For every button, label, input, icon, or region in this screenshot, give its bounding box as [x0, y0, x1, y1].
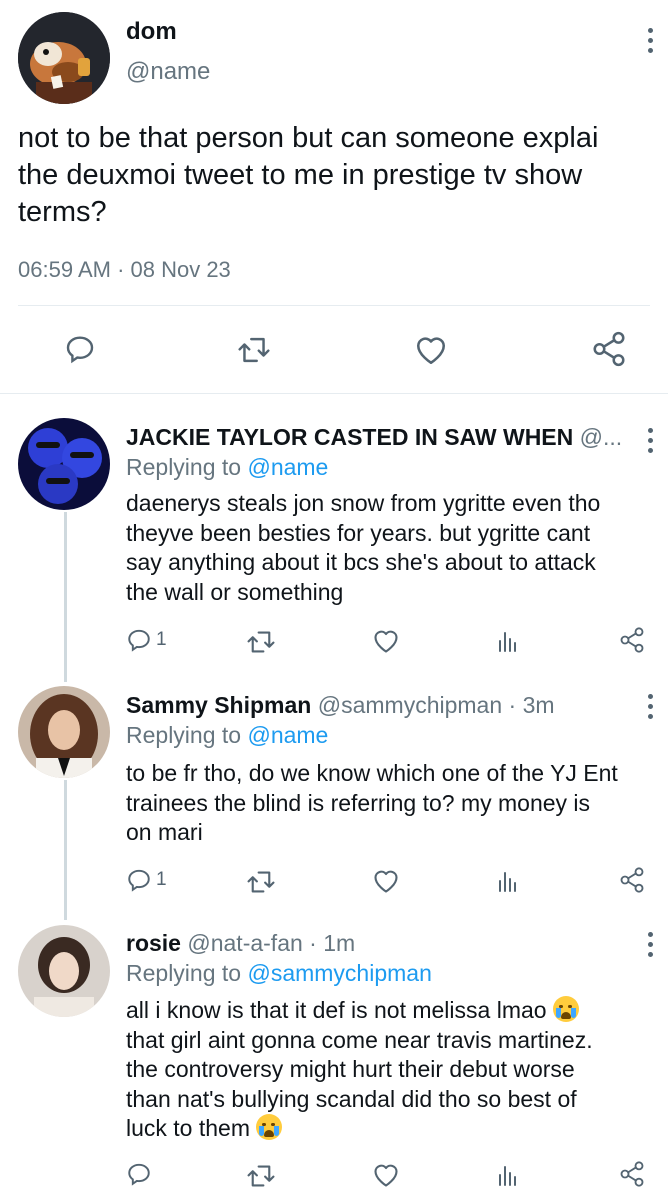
reply-avatar[interactable]: [18, 686, 110, 778]
section-divider: [0, 393, 668, 394]
main-tweet-line: terms?: [18, 196, 107, 228]
reply-share-button[interactable]: [618, 626, 646, 659]
reply-author-name: Sammy Shipman: [126, 692, 312, 718]
reply-line: on mari: [126, 819, 203, 845]
reply-author-meta: @sammychipman · 3m: [317, 692, 555, 718]
main-timestamp[interactable]: 06:59 AM · 08 Nov 23: [18, 257, 231, 283]
main-tweet-line: not to be that person but can someone ex…: [18, 122, 599, 154]
main-retweet-button[interactable]: [237, 335, 271, 365]
crying-face-icon: [256, 1114, 283, 1140]
reply-avatar[interactable]: [18, 925, 110, 1017]
reply-like-button[interactable]: [372, 628, 400, 659]
reply-line: to be fr tho, do we know which one of th…: [126, 760, 618, 786]
main-tweet-text: not to be that person but can someone ex…: [18, 120, 668, 231]
share-icon: [593, 331, 625, 367]
reply-icon: [128, 629, 150, 652]
main-avatar[interactable]: [18, 12, 110, 104]
retweet-icon: [247, 1165, 275, 1187]
reply-line-text: luck to them: [126, 1115, 250, 1141]
share-icon: [620, 627, 644, 653]
replying-to-link[interactable]: @name: [247, 454, 328, 480]
like-icon: [416, 337, 446, 365]
replying-to-label: Replying to: [126, 454, 242, 480]
reply-icon: [128, 869, 150, 892]
reply-like-button[interactable]: [372, 1162, 400, 1193]
reply-avatar[interactable]: [18, 418, 110, 510]
retweet-icon: [247, 631, 275, 653]
reply-line: the wall or something: [126, 578, 344, 605]
like-icon: [374, 870, 398, 893]
views-icon: [499, 632, 516, 652]
reply-author-meta: @nat-a-fan · 1m: [187, 930, 356, 956]
reply-author[interactable]: rosie @nat-a-fan · 1m: [126, 930, 355, 957]
reply-line: daenerys steals jon snow from ygritte ev…: [126, 490, 601, 516]
reply-text: to be fr tho, do we know which one of th…: [126, 759, 656, 848]
reply-retweet-button[interactable]: [246, 1163, 276, 1194]
reply-reply-button[interactable]: [126, 1161, 156, 1187]
reply-more-icon[interactable]: [648, 428, 654, 458]
reply-icon: [128, 1163, 150, 1186]
replying-to-link[interactable]: @name: [247, 722, 328, 748]
main-reply-button[interactable]: [64, 333, 96, 365]
replying-to-label: Replying to: [126, 722, 242, 748]
reply-more-icon[interactable]: [648, 932, 654, 962]
reply-like-button[interactable]: [372, 868, 400, 899]
replying-to: Replying to @name: [126, 722, 328, 749]
reply-author-name: rosie: [126, 930, 181, 956]
main-share-button[interactable]: [590, 330, 628, 368]
reply-views-button[interactable]: [496, 1163, 520, 1192]
like-icon: [374, 630, 398, 653]
reply-line: say anything about it bcs she's about to…: [126, 549, 596, 575]
share-icon: [620, 867, 644, 893]
reply-text: daenerys steals jon snow from ygritte ev…: [126, 489, 656, 607]
reply-author[interactable]: Sammy Shipman @sammychipman · 3m: [126, 692, 555, 719]
crying-face-icon: [552, 996, 579, 1022]
like-icon: [374, 1164, 398, 1187]
main-tweet-line: the deuxmoi tweet to me in prestige tv s…: [18, 159, 583, 191]
reply-reply-button[interactable]: 1: [126, 867, 167, 893]
reply-views-button[interactable]: [496, 629, 520, 658]
main-author-handle[interactable]: @name: [126, 58, 210, 86]
reply-text: all i know is that it def is not melissa…: [126, 996, 656, 1144]
views-icon: [499, 1166, 516, 1186]
reply-line: theyve been besties for years. but ygrit…: [126, 519, 591, 546]
reply-line: trainees the blind is referring to? my m…: [126, 789, 591, 816]
reply-share-button[interactable]: [618, 1160, 646, 1193]
reply-retweet-button[interactable]: [246, 629, 276, 660]
reply-icon: [66, 336, 94, 364]
replying-to-link[interactable]: @sammychipman: [247, 960, 431, 986]
reply-retweet-button[interactable]: [246, 869, 276, 900]
reply-line: that girl aint gonna come near travis ma…: [126, 1026, 593, 1053]
reply-more-icon[interactable]: [648, 694, 654, 724]
reply-count: 1: [156, 869, 167, 890]
reply-count: 1: [156, 629, 167, 650]
retweet-icon: [247, 871, 275, 893]
reply-views-button[interactable]: [496, 869, 520, 898]
reply-line-text: all i know is that it def is not melissa…: [126, 997, 547, 1023]
retweet-icon: [238, 337, 270, 363]
share-icon: [620, 1161, 644, 1187]
reply-author[interactable]: JACKIE TAYLOR CASTED IN SAW WHEN @...: [126, 424, 622, 451]
main-divider: [18, 305, 650, 306]
reply-line: luck to them: [126, 1114, 656, 1144]
reply-line: than nat's bullying scandal did tho so b…: [126, 1085, 577, 1112]
main-author-name[interactable]: dom: [126, 18, 177, 46]
thread-line: [64, 780, 67, 920]
views-icon: [499, 872, 516, 892]
reply-line: the controversy might hurt their debut w…: [126, 1056, 575, 1082]
reply-reply-button[interactable]: 1: [126, 627, 167, 653]
reply-line: all i know is that it def is not melissa…: [126, 996, 656, 1026]
main-like-button[interactable]: [414, 334, 448, 366]
main-more-icon[interactable]: [648, 28, 654, 58]
replying-to: Replying to @name: [126, 454, 328, 481]
thread-line: [64, 512, 67, 682]
reply-author-name: JACKIE TAYLOR CASTED IN SAW WHEN: [126, 424, 574, 450]
replying-to: Replying to @sammychipman: [126, 960, 432, 987]
reply-share-button[interactable]: [618, 866, 646, 899]
reply-author-meta: @...: [579, 424, 623, 450]
replying-to-label: Replying to: [126, 960, 242, 986]
